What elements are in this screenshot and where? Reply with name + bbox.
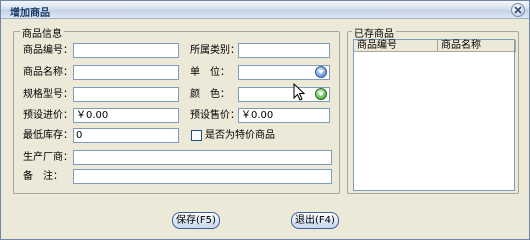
product-name-label: 商品名称： (23, 67, 73, 78)
purchase-price-input[interactable]: ￥0.00 (73, 108, 179, 123)
product-code-label: 商品编号： (23, 45, 73, 56)
existing-products-group-title: 已存商品 (352, 25, 396, 40)
color-label: 颜 色： (190, 89, 230, 100)
manufacturer-input[interactable] (73, 150, 332, 165)
add-product-window: 增加商品 商品信息 商品编号： 所属类别： 商品名称： 单 位： 规格型号： 颜… (0, 0, 530, 240)
min-stock-label: 最低库存： (23, 130, 73, 141)
chevron-down-icon (318, 70, 324, 74)
existing-products-list[interactable]: 商品编号 商品名称 (353, 39, 516, 191)
category-input[interactable] (238, 43, 330, 58)
window-title: 增加商品 (10, 8, 50, 19)
close-button[interactable] (511, 3, 525, 17)
column-header-product-code[interactable]: 商品编号 (354, 40, 438, 52)
mouse-cursor-icon (293, 83, 305, 101)
spec-input[interactable] (73, 87, 179, 102)
close-icon (514, 6, 522, 14)
product-info-group-title: 商品信息 (20, 25, 64, 40)
save-button[interactable]: 保存(F5) (172, 212, 220, 229)
unit-select[interactable] (238, 65, 330, 80)
remark-label: 备 注： (23, 171, 63, 182)
special-price-checkbox-label: 是否为特价商品 (205, 130, 275, 141)
color-select[interactable] (238, 87, 330, 102)
list-header: 商品编号 商品名称 (354, 40, 516, 52)
remark-input[interactable] (73, 169, 332, 184)
product-name-input[interactable] (73, 65, 179, 80)
column-header-product-name[interactable]: 商品名称 (438, 40, 516, 52)
exit-button[interactable]: 退出(F4) (291, 212, 339, 229)
color-dropdown-button[interactable] (315, 88, 327, 100)
unit-label: 单 位： (190, 67, 230, 78)
product-code-input[interactable] (73, 43, 179, 58)
category-label: 所属类别： (190, 45, 240, 56)
title-bar[interactable]: 增加商品 (1, 1, 529, 19)
sale-price-input[interactable]: ￥0.00 (238, 108, 330, 123)
min-stock-input[interactable]: 0 (73, 128, 179, 143)
manufacturer-label: 生产厂商： (23, 152, 73, 163)
spec-label: 规格型号： (23, 89, 73, 100)
sale-price-label: 预设售价： (190, 110, 240, 121)
unit-dropdown-button[interactable] (315, 66, 327, 78)
purchase-price-label: 预设进价： (23, 110, 73, 121)
special-price-checkbox[interactable] (191, 130, 202, 141)
chevron-down-icon (318, 92, 324, 96)
